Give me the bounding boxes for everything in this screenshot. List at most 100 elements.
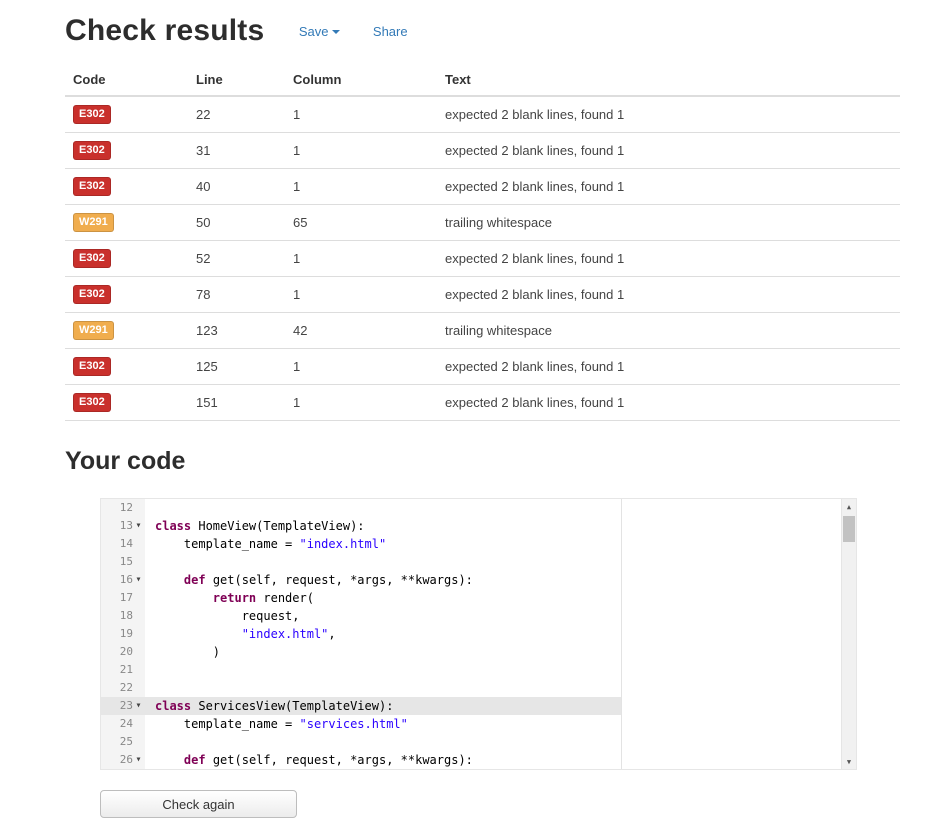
code-cell: E302 xyxy=(65,384,188,421)
share-link[interactable]: Share xyxy=(373,24,408,39)
scroll-down-icon[interactable]: ▼ xyxy=(842,754,856,769)
code-text[interactable]: class ServicesView(TemplateView): xyxy=(145,697,841,715)
page-title: Check results xyxy=(65,14,265,47)
column-cell: 1 xyxy=(285,348,437,385)
line-cell: 50 xyxy=(188,204,285,241)
editor-scrollbar[interactable]: ▲ ▼ xyxy=(841,499,856,769)
code-cell: W291 xyxy=(65,312,188,349)
code-line[interactable]: 13 ▾ class HomeView(TemplateView): xyxy=(101,517,841,535)
code-editor[interactable]: 12 13 ▾ class HomeView(TemplateView): 14 tem… xyxy=(100,498,857,770)
text-cell: trailing whitespace xyxy=(437,204,900,241)
col-header-line: Line xyxy=(188,64,285,97)
line-cell: 123 xyxy=(188,312,285,349)
code-line[interactable]: 12 xyxy=(101,499,841,517)
text-cell: expected 2 blank lines, found 1 xyxy=(437,348,900,385)
column-cell: 65 xyxy=(285,204,437,241)
table-row: E302 52 1 expected 2 blank lines, found 1 xyxy=(65,240,900,277)
code-line[interactable]: 15 xyxy=(101,553,841,571)
line-number: 19 xyxy=(101,625,145,643)
line-cell: 40 xyxy=(188,168,285,205)
line-number: 17 xyxy=(101,589,145,607)
line-number: 16 ▾ xyxy=(101,571,145,589)
text-cell: expected 2 blank lines, found 1 xyxy=(437,168,900,205)
code-text[interactable]: template_name = "services.html" xyxy=(145,715,841,733)
check-again-button[interactable]: Check again xyxy=(100,790,297,818)
line-number: 12 xyxy=(101,499,145,517)
line-number: 14 xyxy=(101,535,145,553)
col-header-text: Text xyxy=(437,64,900,97)
text-cell: expected 2 blank lines, found 1 xyxy=(437,384,900,421)
code-text[interactable]: ) xyxy=(145,643,841,661)
table-row: E302 22 1 expected 2 blank lines, found 1 xyxy=(65,96,900,133)
line-cell: 78 xyxy=(188,276,285,313)
table-row: E302 125 1 expected 2 blank lines, found 1 xyxy=(65,348,900,385)
column-cell: 1 xyxy=(285,276,437,313)
fold-icon[interactable]: ▾ xyxy=(133,517,144,535)
scrollbar-thumb[interactable] xyxy=(843,516,855,542)
column-cell: 1 xyxy=(285,168,437,205)
code-line[interactable]: 19 "index.html", xyxy=(101,625,841,643)
error-code-badge: E302 xyxy=(73,141,111,160)
code-line-active[interactable]: 23 ▾ class ServicesView(TemplateView): xyxy=(101,697,841,715)
line-number: 22 xyxy=(101,679,145,697)
save-dropdown[interactable]: Save xyxy=(299,24,341,39)
error-code-badge: E302 xyxy=(73,105,111,124)
code-text[interactable] xyxy=(145,679,841,697)
code-text[interactable]: def get(self, request, *args, **kwargs): xyxy=(145,751,841,769)
code-text[interactable]: template_name = "index.html" xyxy=(145,535,841,553)
line-cell: 52 xyxy=(188,240,285,277)
line-number: 24 xyxy=(101,715,145,733)
code-line[interactable]: 26 ▾ def get(self, request, *args, **kwar… xyxy=(101,751,841,769)
error-code-badge: E302 xyxy=(73,177,111,196)
fold-icon[interactable]: ▾ xyxy=(133,751,144,769)
code-line[interactable]: 25 xyxy=(101,733,841,751)
line-number: 21 xyxy=(101,661,145,679)
code-text[interactable] xyxy=(145,553,841,571)
code-line[interactable]: 21 xyxy=(101,661,841,679)
line-number: 23 ▾ xyxy=(101,697,145,715)
line-number: 13 ▾ xyxy=(101,517,145,535)
text-cell: trailing whitespace xyxy=(437,312,900,349)
fold-icon[interactable]: ▾ xyxy=(133,697,144,715)
code-line[interactable]: 18 request, xyxy=(101,607,841,625)
header-links: Save Share xyxy=(299,23,436,41)
code-line[interactable]: 24 template_name = "services.html" xyxy=(101,715,841,733)
table-row: E302 31 1 expected 2 blank lines, found 1 xyxy=(65,132,900,169)
code-line[interactable]: 20 ) xyxy=(101,643,841,661)
code-text[interactable]: request, xyxy=(145,607,841,625)
code-line[interactable]: 16 ▾ def get(self, request, *args, **kwar… xyxy=(101,571,841,589)
scroll-up-icon[interactable]: ▲ xyxy=(842,499,856,514)
text-cell: expected 2 blank lines, found 1 xyxy=(437,240,900,277)
code-cell: E302 xyxy=(65,348,188,385)
col-header-code: Code xyxy=(65,64,188,97)
code-cell: E302 xyxy=(65,168,188,205)
warning-code-badge: W291 xyxy=(73,321,114,340)
table-row: W291 123 42 trailing whitespace xyxy=(65,312,900,349)
code-line[interactable]: 14 template_name = "index.html" xyxy=(101,535,841,553)
fold-icon[interactable]: ▾ xyxy=(133,571,144,589)
code-line[interactable]: 17 return render( xyxy=(101,589,841,607)
code-text[interactable] xyxy=(145,499,841,517)
caret-down-icon xyxy=(332,30,341,34)
line-cell: 151 xyxy=(188,384,285,421)
code-text[interactable]: "index.html", xyxy=(145,625,841,643)
code-text[interactable]: return render( xyxy=(145,589,841,607)
editor-lines[interactable]: 12 13 ▾ class HomeView(TemplateView): 14 tem… xyxy=(101,499,841,769)
code-text[interactable] xyxy=(145,661,841,679)
code-cell: E302 xyxy=(65,132,188,169)
line-cell: 31 xyxy=(188,132,285,169)
code-text[interactable] xyxy=(145,733,841,751)
your-code-title: Your code xyxy=(65,447,186,475)
save-label: Save xyxy=(298,24,329,39)
text-cell: expected 2 blank lines, found 1 xyxy=(437,132,900,169)
code-text[interactable]: def get(self, request, *args, **kwargs): xyxy=(145,571,841,589)
table-row: E302 151 1 expected 2 blank lines, found 1 xyxy=(65,384,900,421)
column-cell: 42 xyxy=(285,312,437,349)
print-margin-ruler xyxy=(621,499,622,769)
line-cell: 22 xyxy=(188,96,285,133)
code-line[interactable]: 22 xyxy=(101,679,841,697)
code-text[interactable]: class HomeView(TemplateView): xyxy=(145,517,841,535)
table-row: E302 40 1 expected 2 blank lines, found 1 xyxy=(65,168,900,205)
results-table-body: E302 22 1 expected 2 blank lines, found 1 E3… xyxy=(65,96,900,421)
text-cell: expected 2 blank lines, found 1 xyxy=(437,96,900,133)
